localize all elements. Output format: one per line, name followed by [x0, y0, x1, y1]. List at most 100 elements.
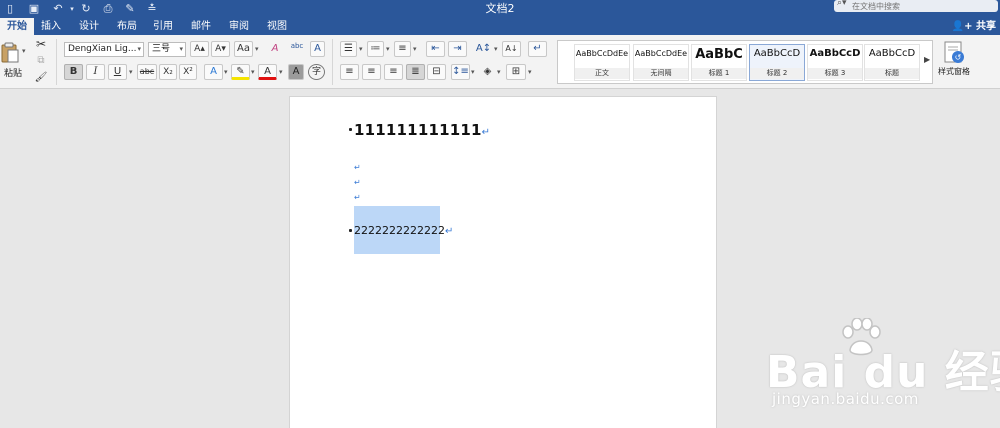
- tab-references[interactable]: 引用: [148, 18, 178, 35]
- decrease-indent-icon[interactable]: ⇤: [426, 41, 445, 57]
- share-button[interactable]: 👤+ 共享: [952, 18, 996, 35]
- styles-pane-button[interactable]: ↺ 样式窗格: [938, 40, 970, 86]
- chevron-down-icon: ▾: [137, 45, 141, 53]
- document-page[interactable]: 111111111111↵ ↵ ↵ ↵ 2222222222222↵: [289, 96, 717, 428]
- tab-home[interactable]: 开始: [0, 18, 34, 35]
- font-color-dropdown-icon[interactable]: ▾: [279, 68, 283, 76]
- style-heading-2[interactable]: AaBbCcD 标题 2: [749, 44, 805, 81]
- style-heading-3[interactable]: AaBbCcD 标题 3: [807, 44, 863, 81]
- add-person-icon: 👤+: [951, 21, 973, 32]
- save-icon[interactable]: ▣: [26, 1, 42, 17]
- text-effects-dropdown-icon[interactable]: ▾: [224, 68, 228, 76]
- tab-mailings[interactable]: 邮件: [186, 18, 216, 35]
- style-no-spacing[interactable]: AaBbCcDdEe 无间隔: [633, 44, 689, 81]
- subscript-button[interactable]: X₂: [159, 64, 177, 80]
- style-heading-1[interactable]: AaBbC 标题 1: [691, 44, 747, 81]
- superscript-button[interactable]: X²: [179, 64, 197, 80]
- distributed-icon[interactable]: ⊟: [427, 64, 446, 80]
- numbering-icon[interactable]: ≔: [367, 41, 384, 57]
- italic-button[interactable]: I: [86, 64, 105, 80]
- redo-icon[interactable]: ↻: [78, 1, 94, 17]
- divider: [332, 39, 333, 85]
- tab-design[interactable]: 设计: [74, 18, 104, 35]
- bullet-marker: [349, 229, 352, 232]
- tab-insert[interactable]: 插入: [36, 18, 66, 35]
- increase-indent-icon[interactable]: ⇥: [448, 41, 467, 57]
- copy-icon[interactable]: ⧉: [33, 53, 49, 69]
- borders-dropdown-icon[interactable]: ▾: [528, 68, 532, 76]
- customize-toolbar-icon[interactable]: ≛: [144, 1, 160, 17]
- paragraph-mark: ↵: [481, 127, 491, 138]
- show-marks-icon[interactable]: ↵: [528, 41, 547, 57]
- sort-icon[interactable]: A↓: [502, 41, 521, 57]
- svg-text:↺: ↺: [955, 53, 962, 62]
- numbering-dropdown-icon[interactable]: ▾: [386, 45, 390, 53]
- change-case-dropdown-icon[interactable]: ▾: [255, 45, 259, 53]
- line-spacing-icon[interactable]: ↕≡: [451, 64, 470, 80]
- justify-icon[interactable]: ≣: [406, 64, 425, 80]
- paragraph-mark: ↵: [354, 193, 361, 202]
- change-case-button[interactable]: Aa: [234, 41, 253, 57]
- paste-label: 粘贴: [4, 69, 23, 79]
- enclose-characters-button[interactable]: 字: [308, 64, 325, 80]
- align-center-icon[interactable]: ≡: [362, 64, 381, 80]
- character-shading-button[interactable]: A: [288, 64, 304, 80]
- phonetic-guide-button[interactable]: abc: [287, 41, 307, 57]
- text-effects-button[interactable]: A: [204, 64, 223, 80]
- clear-formatting-button[interactable]: A: [266, 41, 284, 57]
- asian-layout-icon[interactable]: A↕: [474, 41, 493, 57]
- highlight-dropdown-icon[interactable]: ▾: [251, 68, 255, 76]
- font-color-button[interactable]: A: [258, 64, 277, 80]
- style-normal[interactable]: AaBbCcDdEe 正文: [574, 44, 630, 81]
- strikethrough-button[interactable]: abc: [137, 64, 157, 80]
- tab-view[interactable]: 视图: [262, 18, 292, 35]
- styles-gallery: AaBbCcDdEe 正文 AaBbCcDdEe 无间隔 AaBbC 标题 1 …: [557, 40, 933, 84]
- divider: [56, 39, 57, 85]
- document-line-2[interactable]: 2222222222222↵: [354, 224, 453, 237]
- bullets-dropdown-icon[interactable]: ▾: [359, 45, 363, 53]
- align-right-icon[interactable]: ≡: [384, 64, 403, 80]
- title-bar: ▯ ▣ ↶ ▾ ↻ ⎙ ✎ ≛ 文档2 ⌕▾: [0, 0, 1000, 18]
- search-input[interactable]: [852, 0, 992, 12]
- ribbon-tab-bar: 开始 插入 设计 布局 引用 邮件 审阅 视图 👤+ 共享: [0, 18, 1000, 35]
- shading-icon[interactable]: ◈: [479, 64, 496, 80]
- watermark-url: jingyan.baidu.com: [772, 390, 919, 408]
- bold-button[interactable]: B: [64, 64, 83, 80]
- multilevel-list-icon[interactable]: ≡: [394, 41, 411, 57]
- sidebar-icon[interactable]: ▯: [2, 1, 18, 17]
- styles-pane-icon: ↺: [944, 41, 964, 63]
- grow-font-button[interactable]: A▴: [190, 41, 209, 57]
- edit-icon[interactable]: ✎: [122, 1, 138, 17]
- tab-review[interactable]: 审阅: [224, 18, 254, 35]
- paste-icon[interactable]: [1, 42, 19, 64]
- paragraph-mark: ↵: [354, 178, 361, 187]
- document-line-1[interactable]: 111111111111↵: [354, 121, 490, 139]
- bullets-icon[interactable]: ☰: [340, 41, 357, 57]
- chevron-down-icon: ▾: [179, 45, 183, 53]
- format-painter-icon[interactable]: 🖌: [33, 70, 49, 86]
- style-title[interactable]: AaBbCcD 标题: [864, 44, 920, 81]
- document-title: 文档2: [485, 2, 515, 15]
- underline-dropdown-icon[interactable]: ▾: [129, 68, 133, 76]
- borders-icon[interactable]: ⊞: [506, 64, 526, 80]
- multilevel-dropdown-icon[interactable]: ▾: [413, 45, 417, 53]
- underline-button[interactable]: U: [108, 64, 127, 80]
- shading-dropdown-icon[interactable]: ▾: [497, 68, 501, 76]
- ribbon: ▾ 粘贴 ✂ ⧉ 🖌 DengXian Lig... ▾ 三号 ▾ A▴ A▾ …: [0, 35, 1000, 89]
- font-size-select[interactable]: 三号 ▾: [148, 42, 186, 57]
- search-icon: ⌕▾: [837, 0, 847, 8]
- character-border-button[interactable]: A: [310, 41, 325, 57]
- baidu-watermark: Bai du 经验 jingyan.baidu.com: [760, 318, 1000, 428]
- cut-icon[interactable]: ✂: [33, 36, 49, 52]
- search-box[interactable]: ⌕▾: [834, 0, 998, 12]
- highlight-button[interactable]: ✎: [231, 64, 250, 80]
- font-name-select[interactable]: DengXian Lig... ▾: [64, 42, 144, 57]
- line-spacing-dropdown-icon[interactable]: ▾: [471, 68, 475, 76]
- paste-dropdown-icon[interactable]: ▾: [22, 47, 26, 55]
- tab-layout[interactable]: 布局: [112, 18, 142, 35]
- gallery-more-icon[interactable]: ▶: [924, 55, 930, 64]
- shrink-font-button[interactable]: A▾: [211, 41, 230, 57]
- align-left-icon[interactable]: ≡: [340, 64, 359, 80]
- asian-layout-dropdown-icon[interactable]: ▾: [494, 45, 498, 53]
- print-icon[interactable]: ⎙: [100, 1, 116, 17]
